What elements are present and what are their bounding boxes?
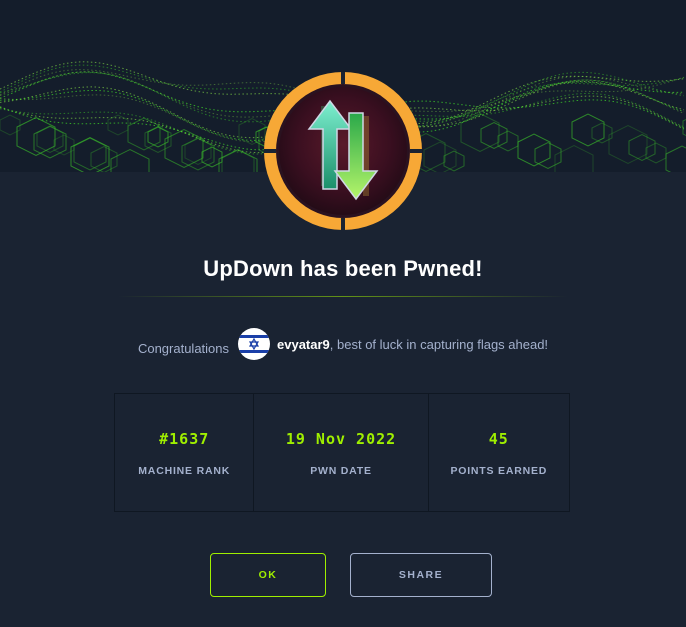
congratulations-message: Congratulations evyatar9, best of luck i… — [0, 327, 686, 361]
up-down-arrows-icon — [264, 72, 422, 230]
share-button[interactable]: SHARE — [350, 553, 492, 597]
page-title: UpDown has been Pwned! — [203, 256, 483, 281]
congrats-suffix: , best of luck in capturing flags ahead! — [329, 336, 549, 352]
avatar[interactable] — [238, 328, 271, 360]
congrats-lead: Congratulations — [137, 340, 230, 356]
stats-table: #1637 MACHINE RANK 19 Nov 2022 PWN DATE … — [114, 393, 570, 512]
pwned-modal: UpDown has been Pwned! Congratulations e… — [0, 0, 686, 627]
stat-label: MACHINE RANK — [138, 465, 231, 477]
stat-value: 45 — [488, 430, 509, 448]
stat-value: #1637 — [159, 430, 210, 448]
machine-badge — [263, 71, 423, 231]
stat-pwn-date: 19 Nov 2022 PWN DATE — [254, 394, 429, 511]
title-divider — [118, 296, 568, 297]
stat-points-earned: 45 POINTS EARNED — [429, 394, 569, 511]
stat-machine-rank: #1637 MACHINE RANK — [115, 394, 255, 511]
stat-value: 19 Nov 2022 — [285, 430, 397, 448]
israel-flag-icon — [238, 328, 271, 360]
congrats-text: evyatar9, best of luck in capturing flag… — [277, 337, 548, 352]
username-link[interactable]: evyatar9 — [277, 337, 330, 352]
stat-label: PWN DATE — [310, 465, 372, 477]
stat-label: POINTS EARNED — [450, 465, 548, 477]
ok-button[interactable]: OK — [210, 553, 326, 597]
